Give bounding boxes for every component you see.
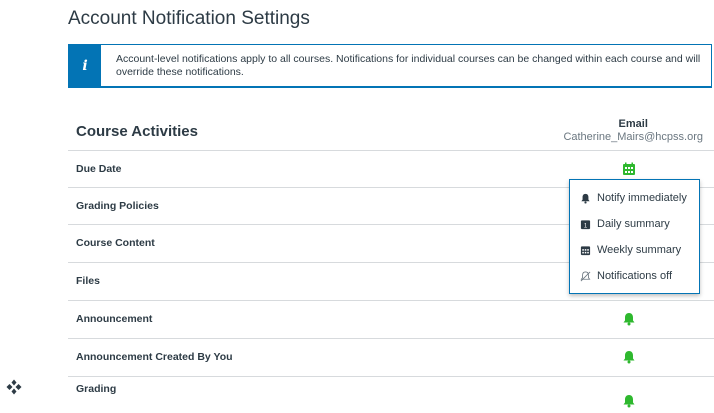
menu-item-weekly-summary[interactable]: Weekly summary — [580, 241, 681, 259]
menu-item-label: Daily summary — [597, 218, 670, 230]
info-alert: i Account-level notifications apply to a… — [68, 44, 712, 88]
calendar-week-icon — [580, 245, 591, 255]
calendar-day-icon: 1 — [580, 219, 591, 229]
info-message: Account-level notifications apply to all… — [116, 53, 701, 78]
bell-icon[interactable] — [622, 312, 636, 326]
menu-item-notifications-off[interactable]: Notifications off — [580, 267, 672, 285]
email-column-header: Email Catherine_Mairs@hcpss.org — [563, 118, 703, 144]
row-label: Course Content — [76, 237, 155, 249]
bell-icon[interactable] — [622, 394, 636, 408]
table-row: Announcement Created By You — [68, 338, 714, 375]
info-icon: i — [69, 45, 101, 86]
bell-icon[interactable] — [622, 350, 636, 364]
row-label: Grading Policies — [76, 200, 159, 212]
menu-item-label: Weekly summary — [597, 244, 682, 256]
column-title: Email — [618, 118, 648, 130]
calendar-week-icon[interactable] — [622, 162, 636, 176]
menu-item-notify-immediately[interactable]: Notify immediately — [580, 189, 687, 207]
diamond-cluster-icon — [6, 379, 22, 395]
section-title: Course Activities — [76, 123, 198, 140]
row-label: Grading — [76, 383, 117, 395]
row-label: Announcement Created By You — [76, 351, 233, 363]
table-row: Grading — [68, 376, 714, 413]
notification-frequency-menu: Notify immediately 1 Daily summary Weekl… — [569, 179, 700, 294]
column-email: Catherine_Mairs@hcpss.org — [563, 131, 703, 143]
table-row: Announcement — [68, 300, 714, 337]
page-title: Account Notification Settings — [68, 8, 310, 29]
row-label: Due Date — [76, 163, 122, 175]
menu-item-label: Notify immediately — [597, 192, 687, 204]
menu-item-daily-summary[interactable]: 1 Daily summary — [580, 215, 670, 233]
row-label: Files — [76, 275, 100, 287]
row-label: Announcement — [76, 313, 153, 325]
bell-off-icon — [580, 271, 591, 281]
bell-icon — [581, 193, 590, 204]
menu-item-label: Notifications off — [597, 270, 673, 282]
